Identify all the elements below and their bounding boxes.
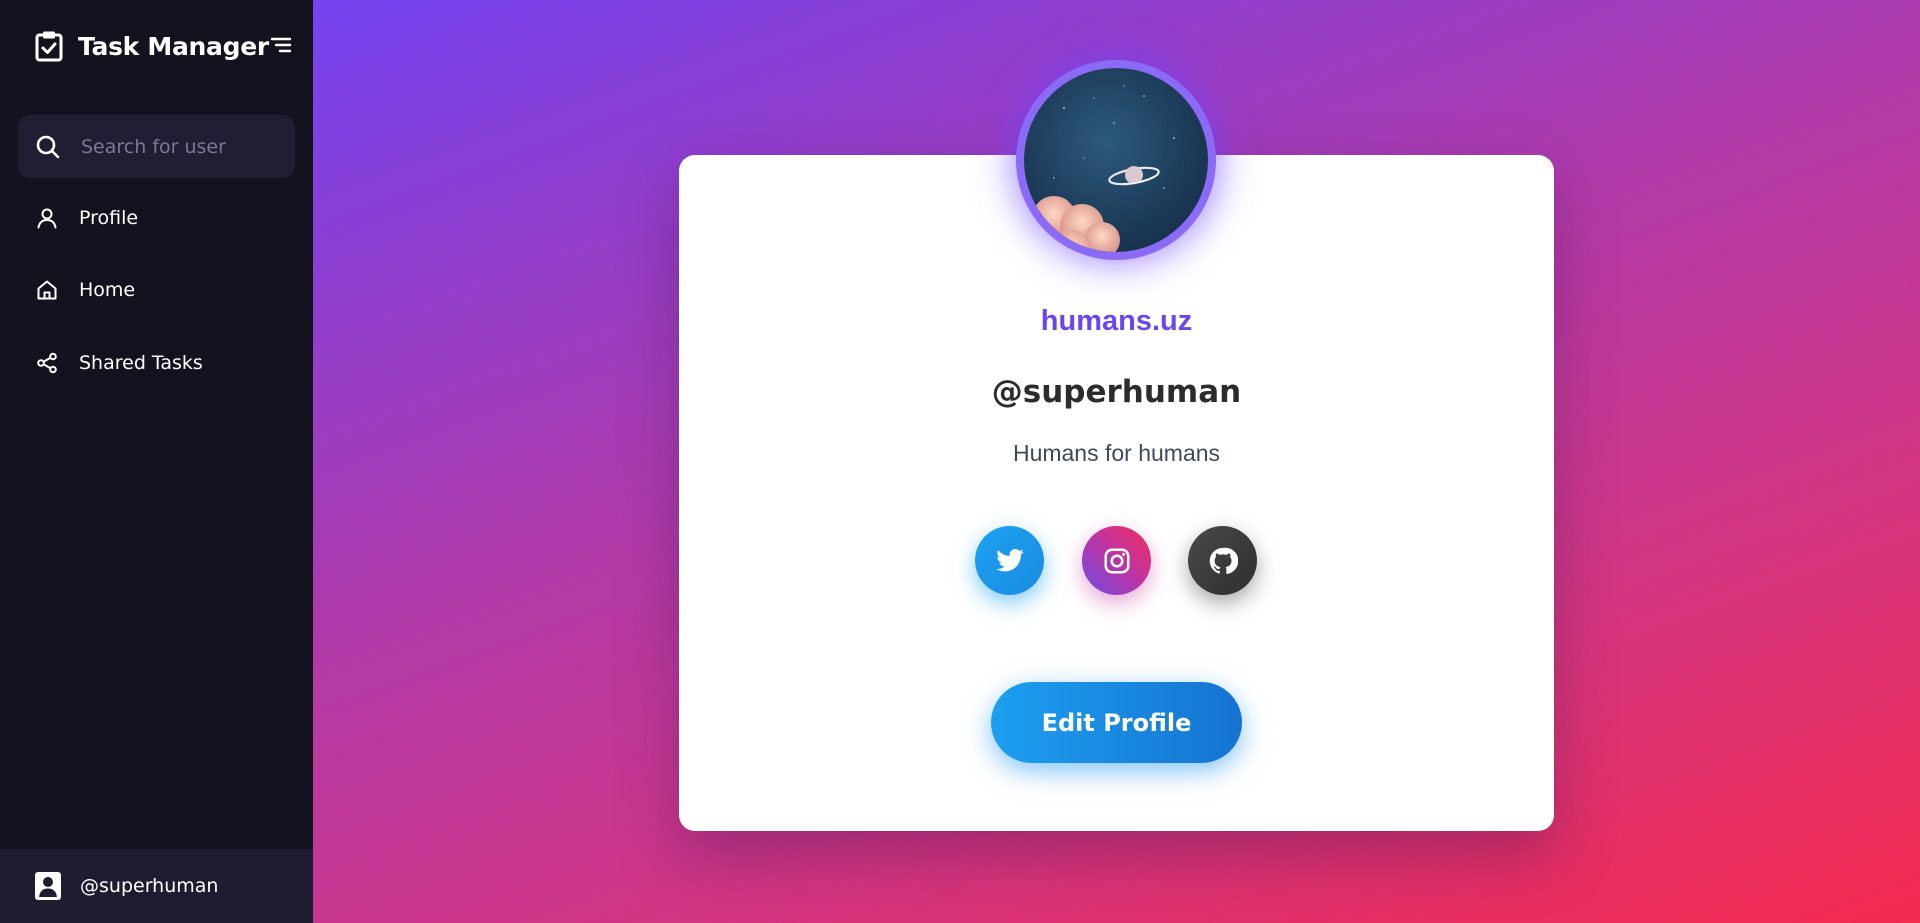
user-badge-icon [35, 872, 61, 900]
profile-handle: @superhuman [991, 374, 1242, 410]
sidebar-item-shared-tasks[interactable]: Shared Tasks [18, 335, 295, 391]
app-title: Task Manager [78, 31, 269, 61]
share-icon [37, 352, 57, 374]
profile-bio: Humans for humans [1012, 440, 1221, 466]
current-username: @superhuman [80, 875, 219, 897]
twitter-button[interactable] [975, 526, 1044, 595]
avatar [1016, 60, 1216, 260]
sidebar-item-label: Shared Tasks [79, 352, 203, 374]
search-icon [36, 135, 60, 158]
avatar-image [1024, 68, 1208, 252]
search-input[interactable] [79, 134, 283, 159]
sidebar: Task Manager Profile Home [0, 0, 313, 923]
twitter-icon [995, 548, 1024, 571]
github-icon [1209, 547, 1238, 574]
clipboard-check-icon [35, 31, 63, 62]
sidebar-item-label: Profile [79, 207, 139, 229]
github-button[interactable] [1188, 526, 1257, 595]
current-user[interactable]: @superhuman [0, 849, 313, 923]
instagram-icon [1104, 548, 1129, 573]
website-link[interactable]: humans.uz [679, 305, 1554, 338]
home-icon [37, 280, 57, 300]
menu-toggle-icon[interactable] [270, 34, 292, 56]
instagram-button[interactable] [1082, 526, 1151, 595]
user-icon [37, 208, 57, 229]
brand: Task Manager [34, 28, 292, 64]
search-box[interactable] [18, 115, 295, 178]
sidebar-item-home[interactable]: Home [18, 262, 295, 318]
edit-profile-button[interactable]: Edit Profile [991, 682, 1242, 763]
sidebar-item-profile[interactable]: Profile [18, 190, 295, 246]
sidebar-item-label: Home [79, 279, 136, 301]
